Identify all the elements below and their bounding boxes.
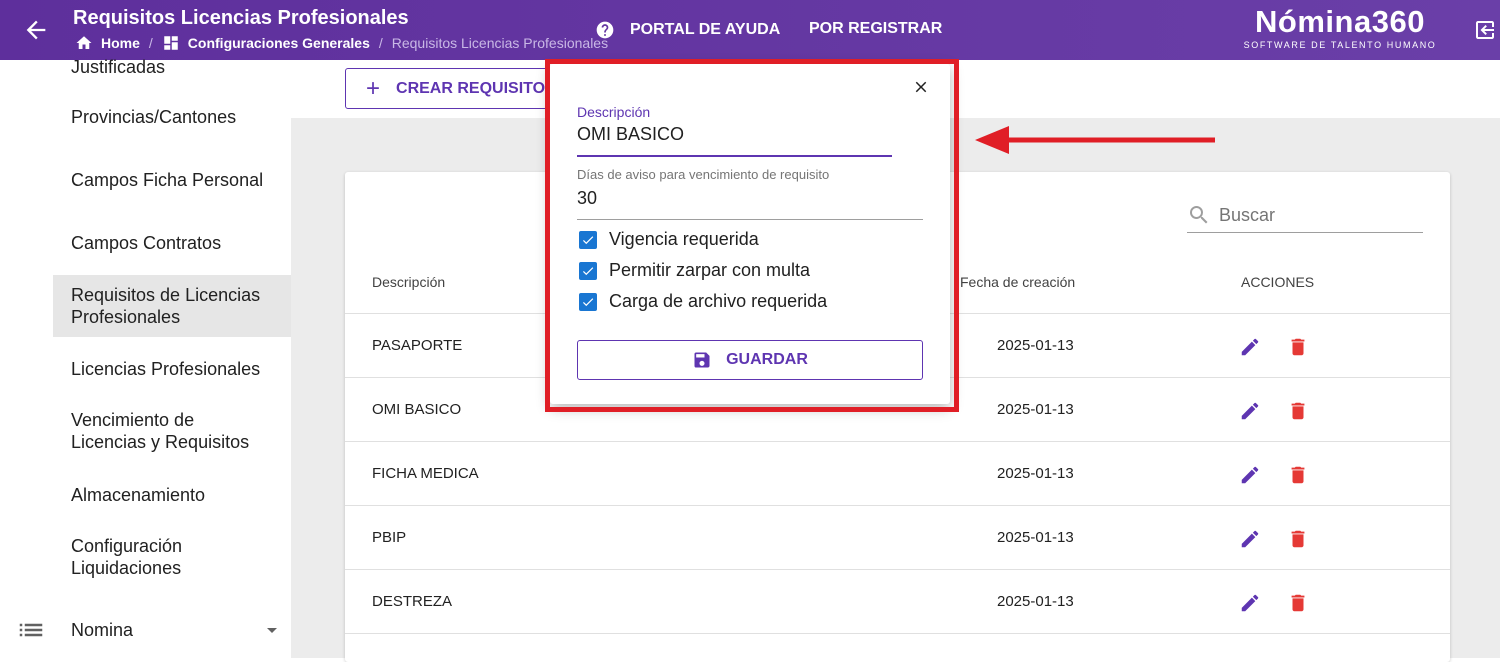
help-portal-link[interactable]: PORTAL DE AYUDA — [595, 20, 780, 40]
breadcrumb: Home / Configuraciones Generales / Requi… — [75, 34, 608, 52]
sidebar-item-vencimiento[interactable]: Vencimiento de Licencias y Requisitos — [53, 400, 291, 462]
top-app-bar: Requisitos Licencias Profesionales Home … — [0, 0, 1500, 60]
sidebar-item-justificadas[interactable]: Justificadas — [53, 54, 291, 78]
delete-icon[interactable] — [1287, 336, 1309, 358]
help-portal-label: PORTAL DE AYUDA — [630, 21, 781, 38]
row-fecha: 2025-01-13 — [997, 593, 1074, 610]
column-header-fecha[interactable]: Fecha de creación — [960, 274, 1075, 290]
table-row: FICHA MEDICA 2025-01-13 — [345, 441, 1450, 505]
sidebar-item-provincias[interactable]: Provincias/Cantones — [53, 95, 291, 139]
breadcrumb-home-label: Home — [101, 35, 140, 51]
breadcrumb-home[interactable]: Home — [75, 34, 140, 52]
logout-icon[interactable] — [1473, 18, 1497, 47]
sidebar-group-label: Nomina — [71, 619, 134, 640]
sidebar-group-nomina[interactable]: Nomina — [0, 608, 291, 652]
search-placeholder: Buscar — [1219, 204, 1276, 225]
sidebar-item-requisitos[interactable]: Requisitos de Licencias Profesionales — [53, 275, 291, 337]
annotation-highlight-box — [545, 59, 959, 412]
search-input[interactable]: Buscar — [1187, 198, 1423, 233]
row-descripcion: PBIP — [372, 529, 407, 546]
search-icon — [1190, 206, 1208, 224]
annotation-arrow-icon — [975, 126, 1215, 154]
delete-icon[interactable] — [1287, 528, 1309, 550]
row-descripcion: OMI BASICO — [372, 401, 462, 418]
back-arrow-icon[interactable] — [22, 16, 50, 44]
create-requirement-label: CREAR REQUISITO — [396, 79, 546, 97]
sidebar-item-almacenamiento[interactable]: Almacenamiento — [53, 473, 291, 517]
breadcrumb-config[interactable]: Configuraciones Generales — [162, 34, 370, 52]
sidebar-item-campos-ficha[interactable]: Campos Ficha Personal — [53, 158, 291, 202]
delete-icon[interactable] — [1287, 400, 1309, 422]
row-descripcion: PASAPORTE — [372, 337, 463, 354]
delete-icon[interactable] — [1287, 592, 1309, 614]
row-fecha: 2025-01-13 — [997, 337, 1074, 354]
breadcrumb-separator: / — [378, 35, 383, 51]
row-descripcion: DESTREZA — [372, 593, 453, 610]
plus-icon: + — [366, 74, 381, 102]
column-header-descripcion[interactable]: Descripción — [372, 274, 445, 290]
brand-logo: Nómina360 SOFTWARE DE TALENTO HUMANO — [1240, 4, 1440, 50]
por-registrar-link[interactable]: POR REGISTRAR — [809, 20, 942, 38]
create-requirement-button[interactable]: + CREAR REQUISITO — [345, 68, 560, 109]
home-icon — [76, 36, 92, 49]
edit-icon[interactable] — [1239, 336, 1261, 358]
table-row: PBIP 2025-01-13 — [345, 505, 1450, 569]
delete-icon[interactable] — [1287, 464, 1309, 486]
list-icon — [19, 623, 43, 637]
edit-icon[interactable] — [1239, 400, 1261, 422]
por-registrar-label: POR REGISTRAR — [809, 20, 943, 37]
column-header-acciones: ACCIONES — [1241, 274, 1315, 290]
row-fecha: 2025-01-13 — [997, 529, 1074, 546]
help-icon — [596, 21, 614, 39]
edit-icon[interactable] — [1239, 592, 1261, 614]
sidebar-item-licencias[interactable]: Licencias Profesionales — [53, 347, 291, 391]
sidebar-item-campos-contratos[interactable]: Campos Contratos — [53, 221, 291, 265]
chevron-down-icon — [267, 628, 277, 633]
breadcrumb-config-label: Configuraciones Generales — [187, 35, 370, 51]
brand-name: Nómina360 — [1255, 4, 1425, 39]
page-title: Requisitos Licencias Profesionales — [73, 7, 409, 29]
row-fecha: 2025-01-13 — [997, 465, 1074, 482]
row-descripcion: FICHA MEDICA — [372, 465, 479, 482]
dashboard-icon — [164, 36, 178, 50]
sidebar: Justificadas Provincias/Cantones Campos … — [0, 57, 291, 658]
edit-icon[interactable] — [1239, 528, 1261, 550]
row-fecha: 2025-01-13 — [997, 401, 1074, 418]
brand-tagline: SOFTWARE DE TALENTO HUMANO — [1243, 40, 1437, 50]
edit-icon[interactable] — [1239, 464, 1261, 486]
table-row: DESTREZA 2025-01-13 — [345, 569, 1450, 633]
breadcrumb-current: Requisitos Licencias Profesionales — [391, 35, 609, 51]
breadcrumb-separator: / — [148, 35, 153, 51]
sidebar-item-liquidaciones[interactable]: Configuración Liquidaciones — [53, 526, 291, 588]
